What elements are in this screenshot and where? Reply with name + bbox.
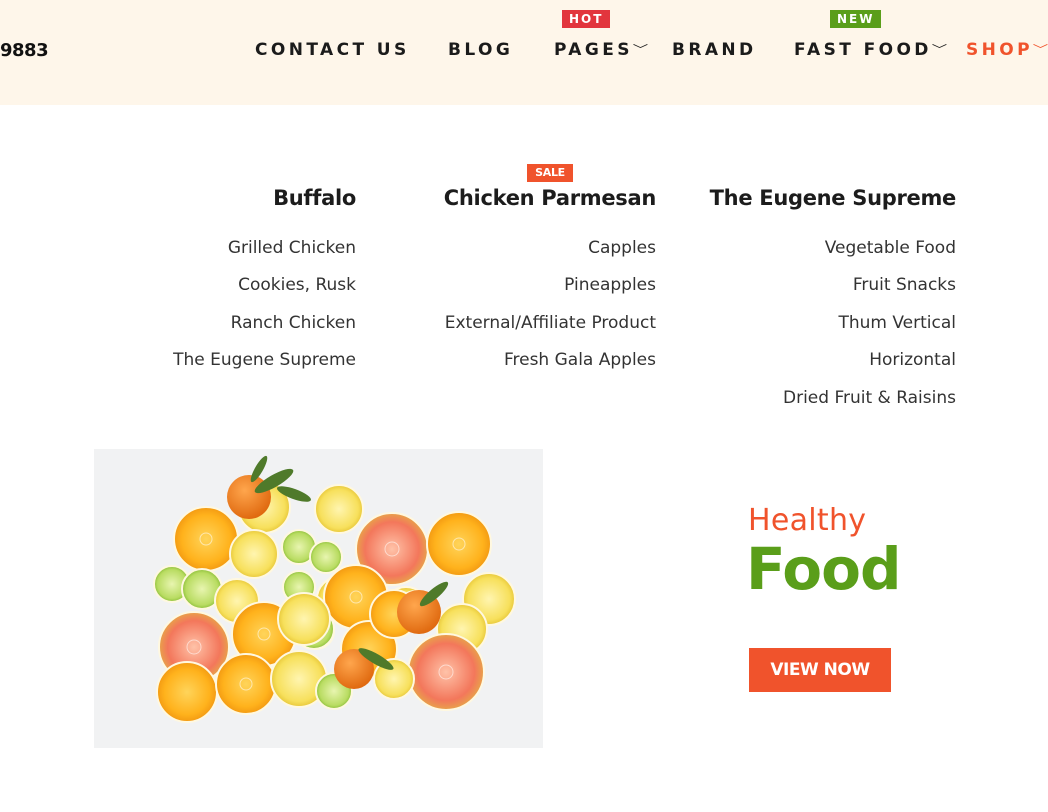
menu-link[interactable]: Fruit Snacks — [853, 275, 956, 295]
chevron-down-icon: ﹀ — [632, 43, 649, 56]
chevron-down-icon: ﹀ — [1032, 43, 1048, 56]
chevron-down-icon: ﹀ — [931, 43, 948, 56]
menu-link[interactable]: Capples — [588, 238, 656, 258]
new-badge: NEW — [830, 10, 882, 28]
menu-link[interactable]: Ranch Chicken — [231, 313, 356, 333]
nav-fast-food[interactable]: FAST FOOD﹀ — [794, 40, 948, 60]
menu-link[interactable]: Horizontal — [869, 350, 956, 370]
nav-fast-food-label: FAST FOOD — [794, 40, 932, 60]
nav-brand-label: BRAND — [672, 40, 757, 60]
column-title: The Eugene Supreme — [709, 186, 957, 210]
menu-link[interactable]: External/Affiliate Product — [445, 313, 656, 333]
hot-badge: HOT — [562, 10, 611, 28]
menu-column-chicken-parmesan: Chicken Parmesan Capples Pineapples Exte… — [396, 186, 657, 386]
menu-link[interactable]: Grilled Chicken — [228, 238, 356, 258]
nav-blog[interactable]: BLOG — [448, 40, 513, 60]
promo-subtitle: Healthy — [748, 503, 867, 538]
phone-number: 9883 — [0, 40, 49, 61]
menu-column-eugene-supreme: The Eugene Supreme Vegetable Food Fruit … — [696, 186, 957, 426]
menu-link[interactable]: Fresh Gala Apples — [504, 350, 656, 370]
nav-shop[interactable]: SHOP﹀ — [966, 40, 1048, 60]
promo-title: Food — [746, 535, 901, 603]
nav-pages[interactable]: PAGES﹀ — [554, 40, 649, 60]
citrus-fruit-image[interactable] — [94, 449, 543, 748]
nav-pages-label: PAGES — [554, 40, 633, 60]
nav-blog-label: BLOG — [448, 40, 514, 60]
nav-brand[interactable]: BRAND — [672, 40, 757, 60]
menu-link[interactable]: The Eugene Supreme — [173, 350, 356, 370]
nav-contact-us-label: CONTACT US — [255, 40, 410, 60]
column-title: Chicken Parmesan — [443, 186, 657, 210]
menu-column-buffalo: Buffalo Grilled Chicken Cookies, Rusk Ra… — [96, 186, 356, 386]
menu-link[interactable]: Vegetable Food — [825, 238, 956, 258]
view-now-button[interactable]: VIEW NOW — [749, 648, 891, 692]
sale-badge: SALE — [527, 164, 573, 182]
menu-link[interactable]: Dried Fruit & Raisins — [783, 388, 956, 408]
citrus-slices-illustration — [153, 455, 516, 723]
menu-link[interactable]: Pineapples — [564, 275, 656, 295]
top-navigation-bar: 9883 HOT NEW CONTACT US BLOG PAGES﹀ BRAN… — [0, 0, 1048, 105]
nav-contact-us[interactable]: CONTACT US — [255, 40, 410, 60]
menu-link[interactable]: Thum Vertical — [838, 313, 956, 333]
column-title: Buffalo — [273, 186, 356, 210]
menu-link[interactable]: Cookies, Rusk — [238, 275, 356, 295]
nav-shop-label: SHOP — [966, 40, 1033, 60]
